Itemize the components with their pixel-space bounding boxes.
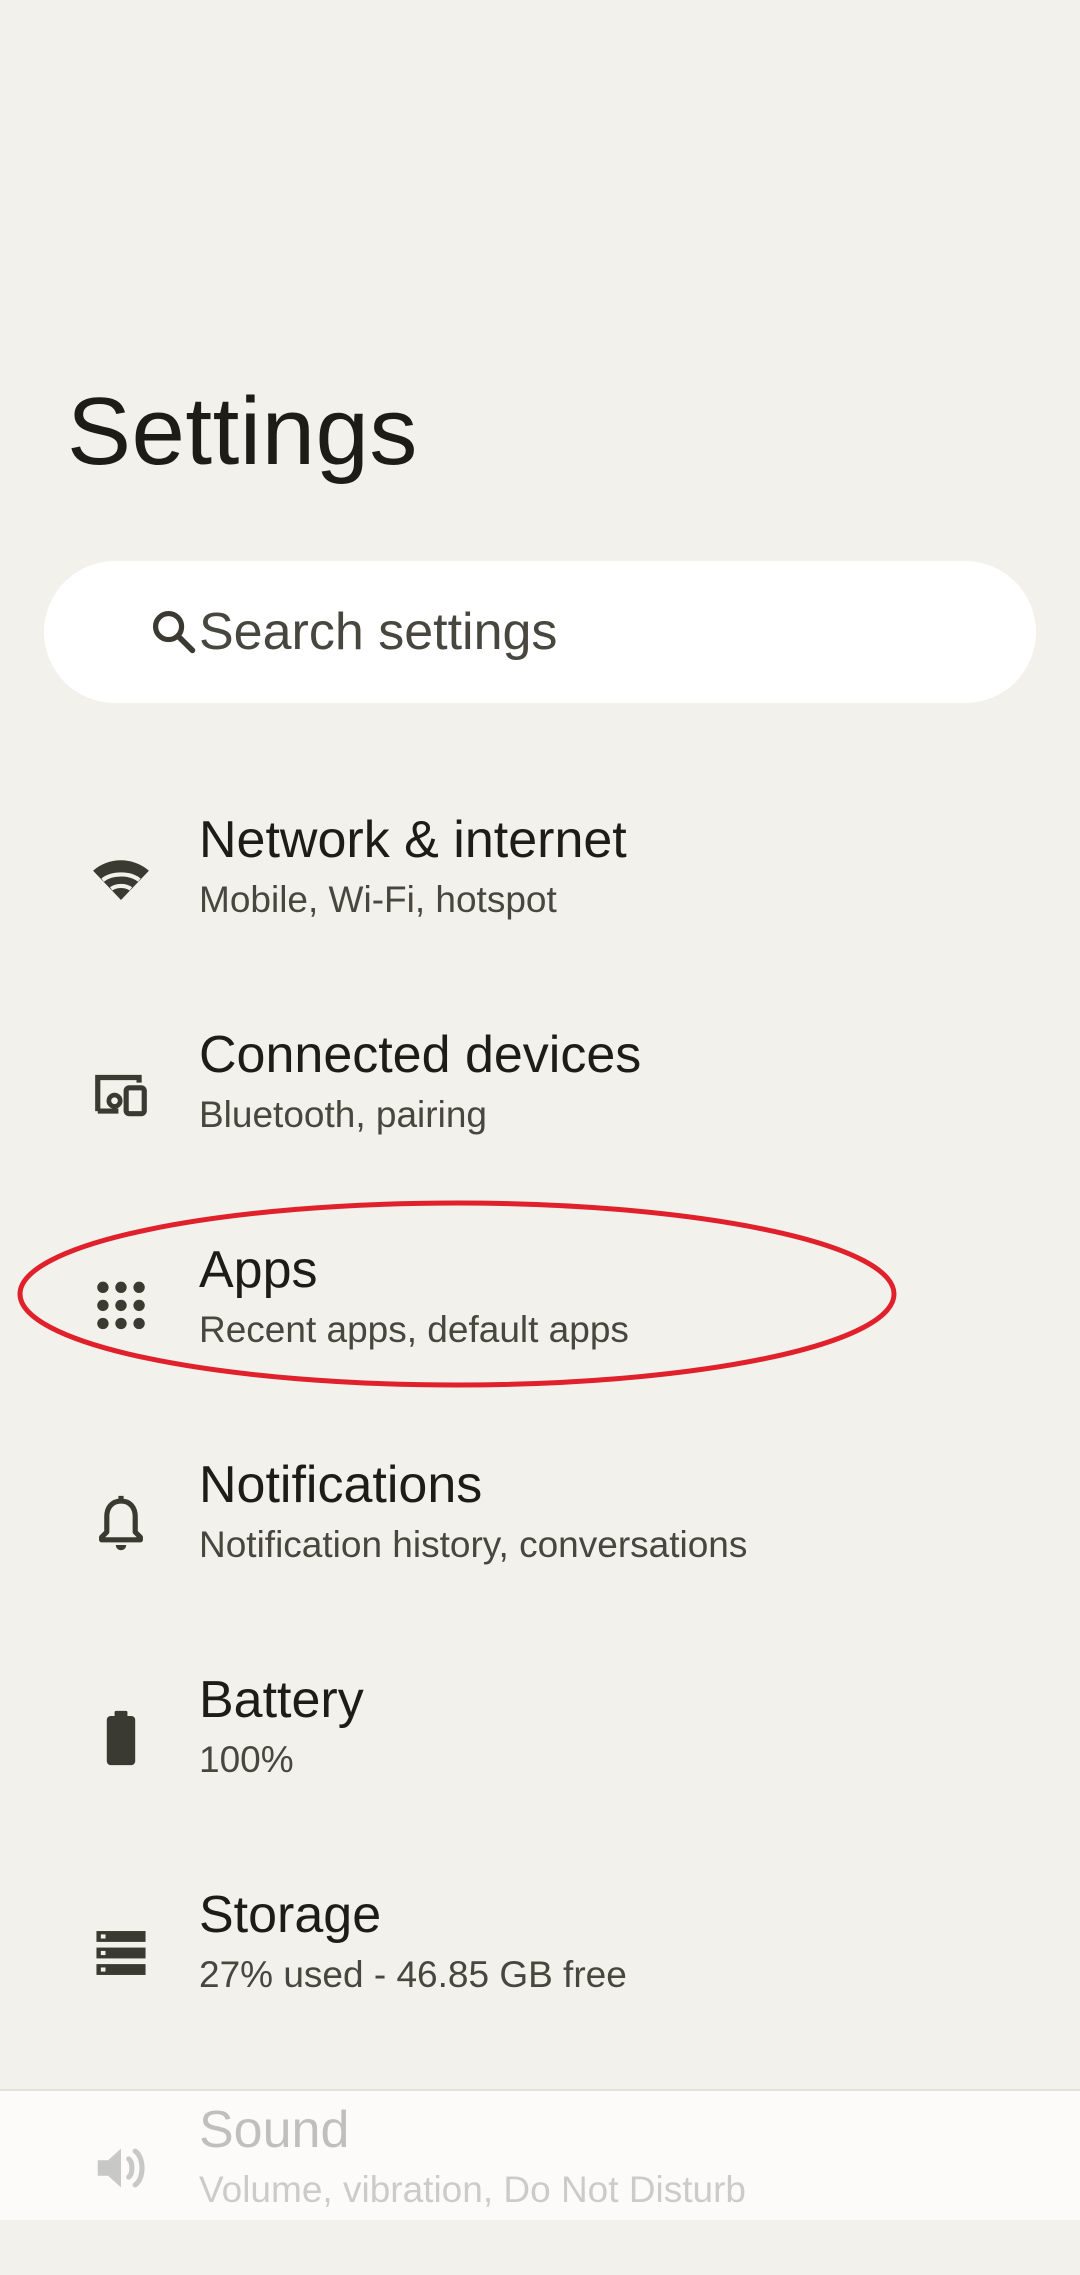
settings-item-text: Network & internet Mobile, Wi-Fi, hotspo…: [199, 808, 627, 926]
settings-item-title: Notifications: [199, 1456, 483, 1514]
settings-item-text: Sound Volume, vibration, Do Not Disturb: [199, 2098, 746, 2216]
settings-item-title: Connected devices: [199, 1026, 642, 1084]
settings-item-summary: Notification history, conversations: [199, 1524, 748, 1565]
connected-devices-icon: [90, 1062, 152, 1124]
volume-icon: [90, 2137, 152, 2199]
settings-item-text: Notifications Notification history, conv…: [199, 1453, 747, 1571]
settings-item-notifications[interactable]: Notifications Notification history, conv…: [0, 1415, 1080, 1630]
apps-grid-icon: [90, 1277, 152, 1339]
settings-item-summary: 100%: [199, 1739, 294, 1780]
settings-item-sound[interactable]: Sound Volume, vibration, Do Not Disturb: [0, 2060, 1080, 2275]
search-icon: [152, 610, 196, 654]
page-title: Settings: [67, 378, 418, 485]
settings-item-summary: Bluetooth, pairing: [199, 1094, 487, 1135]
settings-item-apps[interactable]: Apps Recent apps, default apps: [0, 1200, 1080, 1415]
settings-item-title: Storage: [199, 1886, 382, 1944]
search-placeholder: Search settings: [199, 603, 558, 661]
settings-item-title: Battery: [199, 1671, 364, 1729]
settings-item-title: Sound: [199, 2101, 350, 2159]
settings-item-summary: 27% used - 46.85 GB free: [199, 1954, 627, 1995]
search-bar[interactable]: Search settings: [44, 561, 1036, 703]
settings-item-text: Apps Recent apps, default apps: [199, 1238, 629, 1356]
settings-item-summary: Mobile, Wi-Fi, hotspot: [199, 879, 557, 920]
settings-item-connected-devices[interactable]: Connected devices Bluetooth, pairing: [0, 985, 1080, 1200]
settings-item-title: Network & internet: [199, 811, 627, 869]
settings-item-battery[interactable]: Battery 100%: [0, 1630, 1080, 1845]
storage-icon: [90, 1922, 152, 1984]
settings-item-summary: Volume, vibration, Do Not Disturb: [199, 2169, 747, 2210]
settings-item-network[interactable]: Network & internet Mobile, Wi-Fi, hotspo…: [0, 770, 1080, 985]
bell-icon: [90, 1492, 152, 1554]
settings-item-text: Battery 100%: [199, 1668, 364, 1786]
settings-list: Network & internet Mobile, Wi-Fi, hotspo…: [0, 770, 1080, 2275]
settings-item-text: Connected devices Bluetooth, pairing: [199, 1023, 641, 1141]
wifi-icon: [90, 847, 152, 909]
settings-item-title: Apps: [199, 1241, 318, 1299]
settings-item-storage[interactable]: Storage 27% used - 46.85 GB free: [0, 1845, 1080, 2060]
settings-item-summary: Recent apps, default apps: [199, 1309, 629, 1350]
battery-icon: [90, 1707, 152, 1769]
settings-item-text: Storage 27% used - 46.85 GB free: [199, 1883, 627, 2001]
